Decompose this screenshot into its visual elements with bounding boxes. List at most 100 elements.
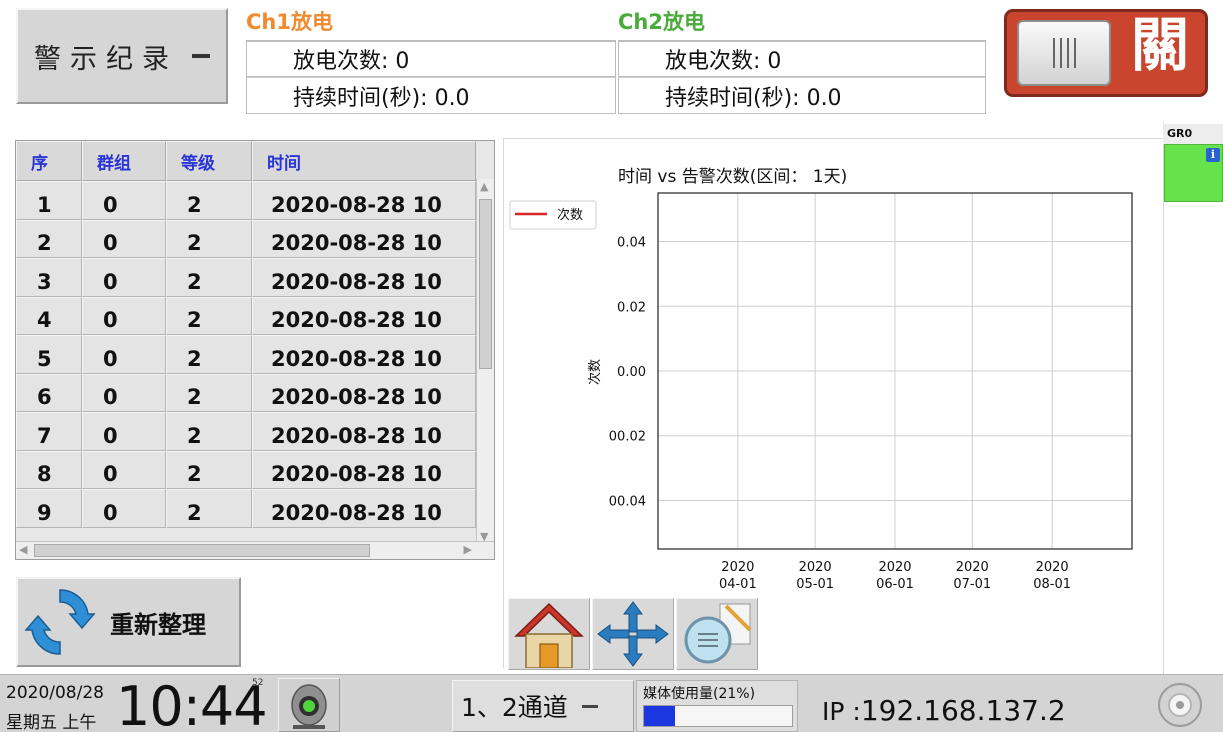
home-button[interactable] [508,598,590,670]
horizontal-scroll-thumb[interactable] [34,544,370,557]
webcam-icon [291,684,327,729]
x-tick-label: 07-01 [953,577,991,592]
ch2-panel: 放电次数: 0 持续时间(秒): 0.0 [618,40,986,114]
x-tick-label: 2020 [956,560,989,575]
status-date: 2020/08/28 [6,683,104,703]
channel-select[interactable]: 1、2通道 [452,680,634,732]
y-axis-label: 次数 [587,359,603,385]
cell-time: 2020-08-28 10 [252,412,476,451]
table-row[interactable]: 3 0 2 2020-08-28 10 [16,258,478,297]
status-clock: 10:44 [116,675,268,732]
x-tick-label: 05-01 [796,577,834,592]
table-row[interactable]: 5 0 2 2020-08-28 10 [16,335,478,374]
ch1-duration: 持续时间(秒): 0.0 [246,77,616,114]
col-header-group[interactable]: 群组 [82,141,166,181]
system-logo-icon[interactable] [1152,680,1208,730]
cell-group: 0 [82,450,166,489]
y-tick-label: 00.02 [609,430,646,445]
group-status-indicator[interactable]: i [1164,144,1223,202]
cell-time: 2020-08-28 10 [252,296,476,335]
power-toggle-switch[interactable]: 關 [1004,9,1208,97]
cell-group: 0 [82,181,166,220]
home-icon [514,602,584,668]
col-header-time[interactable]: 时间 [252,141,476,181]
ch2-title: Ch2放电 [618,10,705,34]
ch2-duration: 持续时间(秒): 0.0 [618,77,986,114]
table-row[interactable]: 6 0 2 2020-08-28 10 [16,373,478,412]
table-row[interactable]: 7 0 2 2020-08-28 10 [16,412,478,451]
dropdown-dash-icon [192,54,210,58]
table-row[interactable]: 1 0 2 2020-08-28 10 [16,181,478,220]
y-tick-label: 0.00 [617,365,646,380]
cell-time: 2020-08-28 10 [252,181,476,220]
cell-level: 2 [166,489,252,528]
cell-group: 0 [82,412,166,451]
cell-index: 1 [16,181,82,220]
alarm-record-menu-button[interactable]: 警示纪录 [16,8,228,104]
pan-button[interactable] [592,598,674,670]
table-row[interactable]: 8 0 2 2020-08-28 10 [16,450,478,489]
cell-level: 2 [166,335,252,374]
y-tick-label: 00.04 [609,494,646,509]
move-icon [597,601,669,667]
cell-group: 0 [82,219,166,258]
cell-time: 2020-08-28 10 [252,219,476,258]
chart-title: 时间 vs 告警次数(区间： 1天) [618,167,847,187]
table-horizontal-scrollbar[interactable]: ◀ ▶ [16,541,494,559]
cell-index: 4 [16,296,82,335]
vertical-scroll-thumb[interactable] [479,199,492,369]
cell-level: 2 [166,450,252,489]
scroll-up-icon[interactable]: ▲ [480,181,492,193]
table-row[interactable]: 9 0 2 2020-08-28 10 [16,489,478,528]
cell-index: 8 [16,450,82,489]
legend-label: 次数 [557,207,583,223]
col-header-level[interactable]: 等级 [166,141,252,181]
x-tick-label: 2020 [721,560,754,575]
cell-time: 2020-08-28 10 [252,373,476,412]
refresh-label: 重新整理 [110,610,206,639]
scroll-left-icon[interactable]: ◀ [19,544,27,556]
media-usage-fill [644,706,676,726]
ip-value: 192.168.137.2 [860,694,1066,727]
x-tick-label: 2020 [799,560,832,575]
camera-button[interactable] [278,678,340,732]
ch1-title: Ch1放电 [246,10,333,34]
refresh-icon [24,589,96,655]
x-tick-label: 06-01 [876,577,914,592]
status-rs-indicator: 52 [252,678,264,688]
table-vertical-scrollbar[interactable]: ▲ ▼ [476,179,494,545]
x-tick-label: 08-01 [1033,577,1071,592]
table-header: 序 群组 等级 时间 [16,141,494,181]
switch-knob[interactable] [1017,20,1111,86]
ch2-count: 放电次数: 0 [618,40,986,77]
legend: 次数 [509,200,597,230]
cell-time: 2020-08-28 10 [252,258,476,297]
cell-group: 0 [82,258,166,297]
info-icon[interactable]: i [1206,148,1220,162]
x-tick-label: 04-01 [719,577,757,592]
table-row[interactable]: 4 0 2 2020-08-28 10 [16,296,478,335]
alarm-count-chart: 时间 vs 告警次数(区间： 1天) 次数 0.04 0.02 0.00 00.02 0… [509,167,1133,592]
cell-index: 2 [16,219,82,258]
table-row[interactable]: 2 0 2 2020-08-28 10 [16,219,478,258]
cell-level: 2 [166,373,252,412]
table-body: 1 0 2 2020-08-28 10 2 0 2 2020-08-28 10 3 0 2 2020-… [16,181,478,559]
cell-index: 3 [16,258,82,297]
col-header-index[interactable]: 序 [16,141,82,181]
cell-time: 2020-08-28 10 [252,489,476,528]
y-tick-label: 0.04 [617,236,646,251]
zoom-icon [684,603,752,664]
media-usage-label: 媒体使用量(21%) [643,686,756,702]
cell-level: 2 [166,181,252,220]
x-tick-label: 2020 [1036,560,1069,575]
cell-level: 2 [166,412,252,451]
ip-address: IP :192.168.137.2 [822,694,1066,727]
cell-index: 9 [16,489,82,528]
cell-time: 2020-08-28 10 [252,335,476,374]
zoom-button[interactable] [676,598,758,670]
cell-level: 2 [166,258,252,297]
cell-index: 5 [16,335,82,374]
refresh-button[interactable]: 重新整理 [16,577,241,667]
menu-label: 警示纪录 [34,43,178,75]
scroll-right-icon[interactable]: ▶ [464,544,472,556]
